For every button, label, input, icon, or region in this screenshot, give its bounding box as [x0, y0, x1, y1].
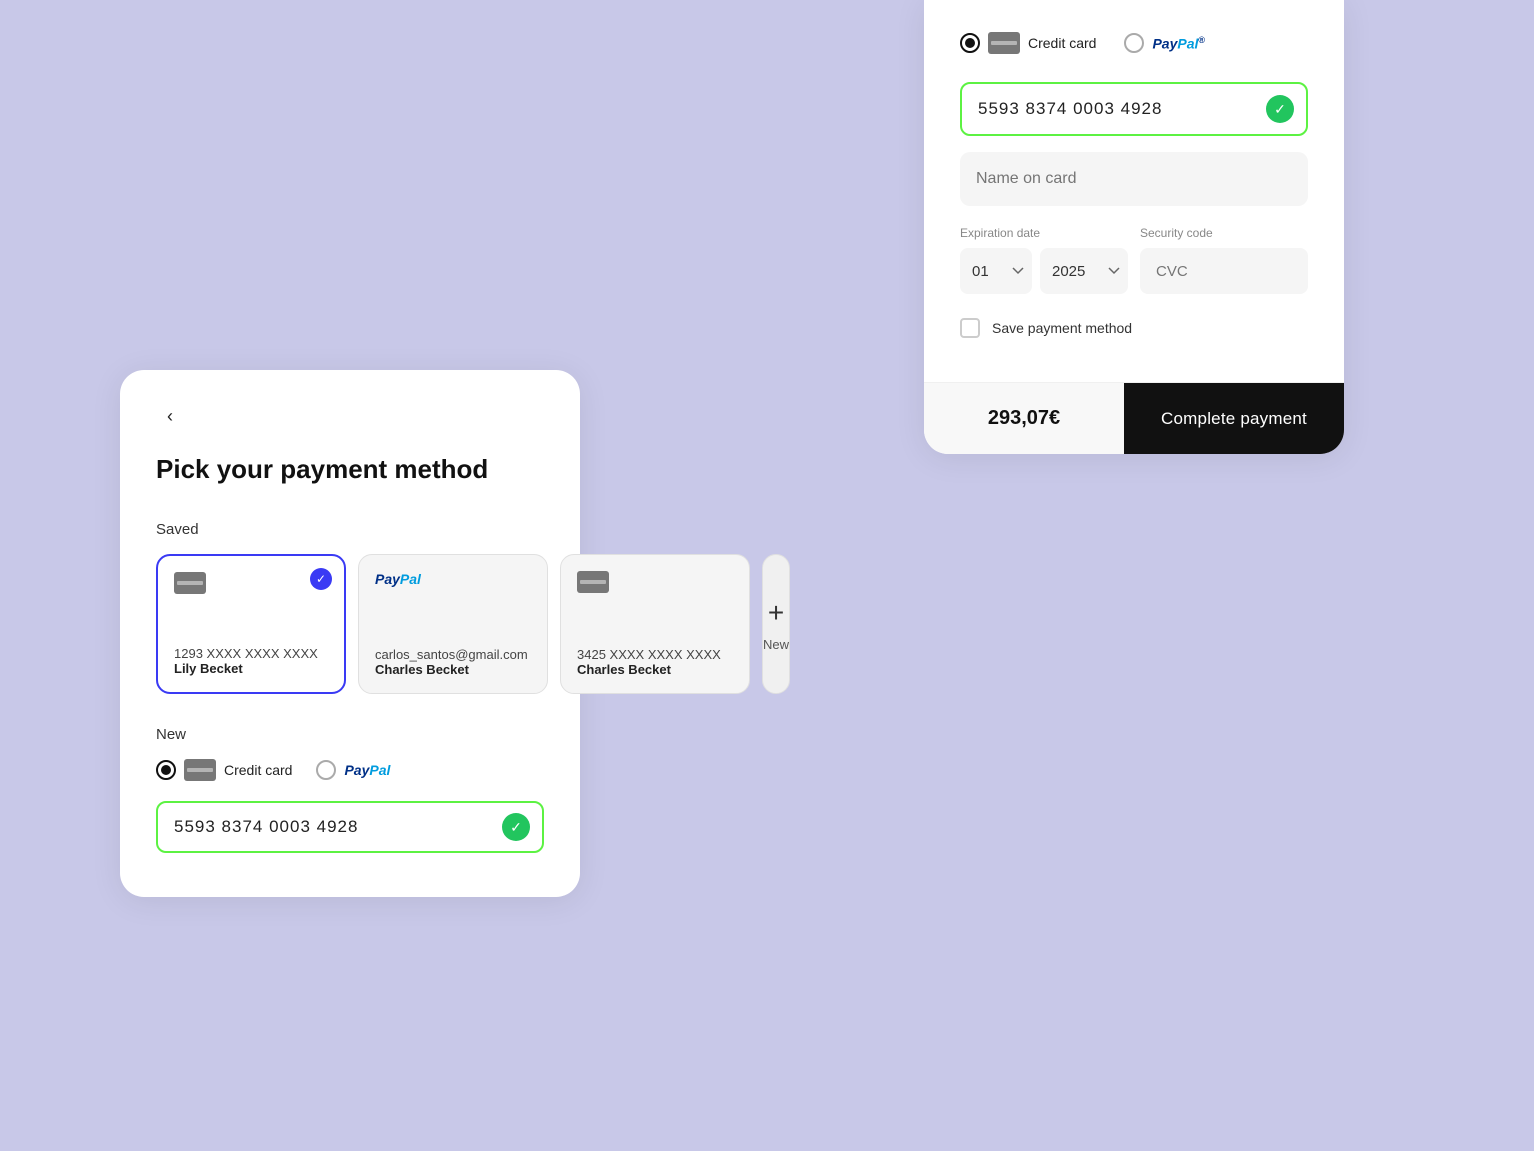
credit-card-option[interactable]: Credit card [156, 759, 292, 781]
page-title: Pick your payment method [156, 454, 544, 485]
save-payment-label: Save payment method [992, 320, 1132, 336]
paypal-email: carlos_santos@gmail.com [375, 647, 531, 662]
card-footer: 293,07€ Complete payment [924, 382, 1344, 454]
cvc-group: Security code [1140, 226, 1308, 294]
saved-card-1[interactable]: ✓ 1293 XXXX XXXX XXXX Lily Becket [156, 554, 346, 694]
paypal-logo-text: PayPal [375, 571, 421, 587]
credit-card-radio[interactable] [156, 760, 176, 780]
name-on-card-input[interactable] [960, 152, 1308, 206]
saved-card-2[interactable]: PayPal carlos_santos@gmail.com Charles B… [358, 554, 548, 694]
total-amount: 293,07€ [924, 383, 1124, 454]
complete-payment-button[interactable]: Complete payment [1124, 383, 1344, 454]
paypal-label: PayPal [344, 762, 390, 778]
credit-card-radio-right[interactable] [960, 33, 980, 53]
credit-card-icon [174, 572, 328, 594]
new-payment-type-row: Credit card PayPal [156, 759, 544, 781]
credit-card-option-right[interactable]: Credit card [960, 32, 1096, 54]
credit-card-label-right: Credit card [1028, 35, 1096, 51]
card-number: 1293 XXXX XXXX XXXX [174, 646, 328, 661]
new-card-number-field: ✓ [156, 801, 544, 853]
paypal-logo: PayPal [375, 571, 531, 587]
new-card-number-input[interactable] [156, 801, 544, 853]
card-name: Charles Becket [577, 662, 733, 677]
exp-cvc-row: Expiration date 01 02 03 04 05 06 07 08 … [960, 226, 1308, 294]
paypal-radio[interactable] [316, 760, 336, 780]
paypal-radio-right[interactable] [1124, 33, 1144, 53]
paypal-label-right: PayPal® [1152, 35, 1205, 52]
new-card-label: New [763, 637, 789, 652]
plus-icon: + [768, 597, 784, 629]
credit-card-icon-right [988, 32, 1020, 54]
payment-type-selector: Credit card PayPal® [960, 32, 1308, 54]
year-select[interactable]: 2024 2025 2026 2027 2028 [1040, 248, 1128, 294]
card-name: Lily Becket [174, 661, 328, 676]
add-new-card-button[interactable]: + New [762, 554, 790, 694]
right-payment-card: Credit card PayPal® ✓ Expiration date 01… [924, 0, 1344, 454]
credit-card-label: Credit card [224, 762, 292, 778]
back-button[interactable]: ‹ [156, 402, 184, 430]
expiration-selects: 01 02 03 04 05 06 07 08 09 10 11 12 [960, 248, 1128, 294]
credit-card-icon-new [184, 759, 216, 781]
month-select[interactable]: 01 02 03 04 05 06 07 08 09 10 11 12 [960, 248, 1032, 294]
expiration-label: Expiration date [960, 226, 1128, 240]
left-payment-card: ‹ Pick your payment method Saved ✓ 1293 … [120, 370, 580, 897]
valid-check-icon: ✓ [1266, 95, 1294, 123]
paypal-option-right[interactable]: PayPal® [1124, 33, 1205, 53]
credit-card-icon-2 [577, 571, 733, 593]
card-number: 3425 XXXX XXXX XXXX [577, 647, 733, 662]
cvc-input[interactable] [1140, 248, 1308, 294]
save-payment-checkbox[interactable] [960, 318, 980, 338]
saved-cards-row: ✓ 1293 XXXX XXXX XXXX Lily Becket PayPal… [156, 554, 544, 694]
card-number-input-right[interactable] [960, 82, 1308, 136]
paypal-option[interactable]: PayPal [316, 760, 390, 780]
card-name: Charles Becket [375, 662, 531, 677]
new-section-label: New [156, 726, 544, 743]
save-payment-row: Save payment method [960, 318, 1308, 338]
cvc-label: Security code [1140, 226, 1308, 240]
selected-check-icon: ✓ [310, 568, 332, 590]
card-number-field-right: ✓ [960, 82, 1308, 136]
card-valid-check-icon: ✓ [502, 813, 530, 841]
saved-card-3[interactable]: 3425 XXXX XXXX XXXX Charles Becket [560, 554, 750, 694]
saved-section-label: Saved [156, 521, 544, 538]
right-card-content: Credit card PayPal® ✓ Expiration date 01… [924, 0, 1344, 382]
expiration-group: Expiration date 01 02 03 04 05 06 07 08 … [960, 226, 1128, 294]
